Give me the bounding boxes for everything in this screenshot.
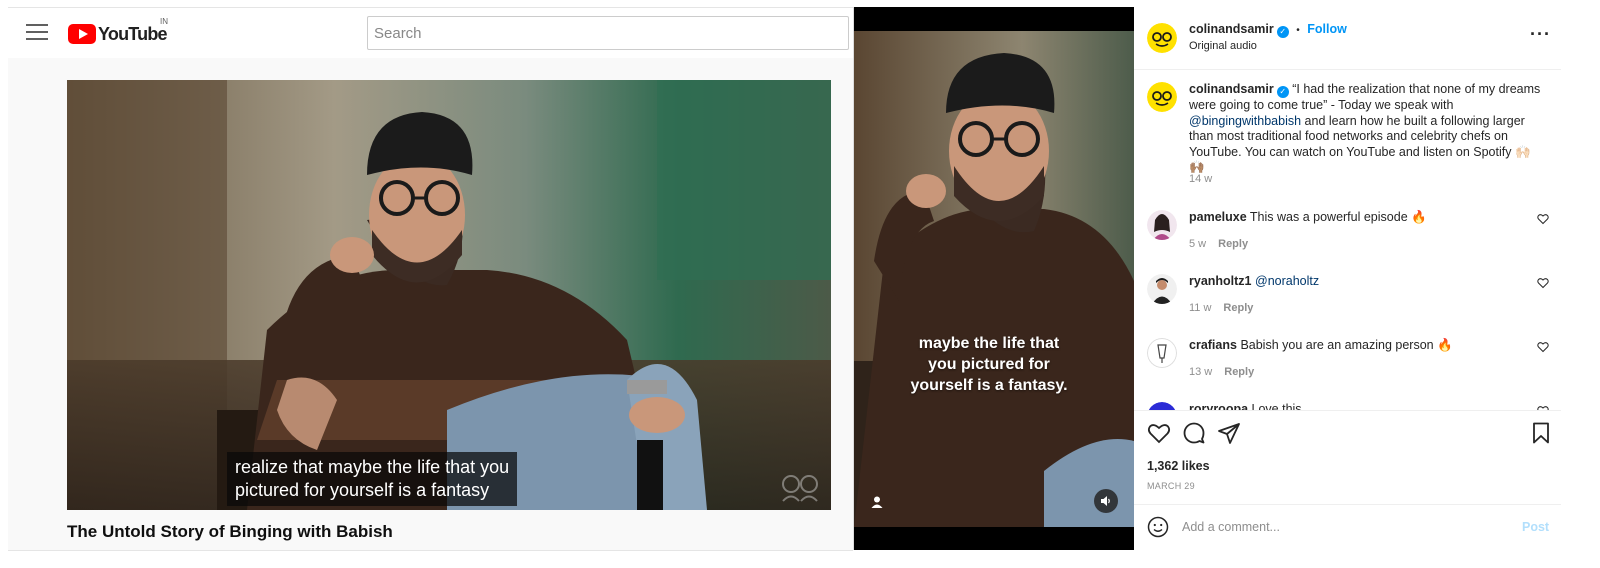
speaker-icon (1101, 496, 1110, 506)
bottom-border (8, 550, 870, 551)
caption-username[interactable]: colinandsamir (1189, 82, 1274, 96)
likes-count[interactable]: 1,362 likes (1147, 459, 1210, 473)
caption-mention-link[interactable]: @bingingwithbabish (1189, 114, 1301, 128)
comment-box-divider (1134, 504, 1561, 505)
post-comment-button[interactable]: Post (1522, 520, 1549, 534)
post-date: MARCH 29 (1147, 481, 1195, 491)
audio-toggle-button[interactable] (1094, 489, 1118, 513)
country-code: IN (160, 17, 168, 26)
reel-caption-line-1: maybe the life that (918, 335, 1060, 352)
tagged-user-icon[interactable] (870, 495, 884, 509)
comment-text: Love this (1251, 402, 1302, 410)
comment-username[interactable]: crafians (1189, 338, 1237, 352)
comment-bubble-icon[interactable] (1182, 421, 1206, 445)
comment-body: pameluxe This was a powerful episode 🔥 (1189, 210, 1427, 225)
comment-age: 5 w (1189, 238, 1207, 250)
original-audio-link[interactable]: Original audio (1189, 40, 1257, 52)
comment-meta: 5 w Reply (1189, 238, 1248, 250)
comment-text: Babish you are an amazing person 🔥 (1240, 338, 1453, 352)
reel-caption-line-2: you pictured for (928, 356, 1050, 373)
like-comment-heart-icon[interactable] (1537, 213, 1549, 225)
youtube-logo[interactable]: YouTube IN (68, 17, 168, 45)
reply-button[interactable]: Reply (1224, 366, 1254, 378)
verified-badge-icon: ✓ (1276, 26, 1289, 38)
post-actions (1134, 421, 1561, 447)
comment-body: crafians Babish you are an amazing perso… (1189, 338, 1453, 353)
like-comment-heart-icon[interactable] (1537, 341, 1549, 353)
comment-body: roryroopa Love this (1189, 402, 1302, 410)
comment-username[interactable]: ryanholtz1 (1189, 274, 1252, 288)
comments-list[interactable]: colinandsamir ✓ “I had the realization th… (1134, 70, 1561, 410)
caption-age: 14 w (1189, 173, 1213, 185)
reply-button[interactable]: Reply (1218, 238, 1248, 250)
youtube-wordmark: YouTube (98, 23, 168, 44)
video-player[interactable]: realize that maybe the life that you pic… (67, 80, 831, 510)
comment-meta: 11 w Reply (1189, 302, 1253, 314)
header-separator: • (1296, 25, 1300, 36)
actions-divider (1134, 410, 1561, 411)
comment-meta: 13 w Reply (1189, 366, 1254, 378)
more-options-icon[interactable]: ··· (1530, 25, 1551, 43)
post-side-panel: colinandsamir ✓ • Follow Original audio ·… (1134, 7, 1561, 550)
reel-caption-line-3: yourself is a fantasy. (910, 377, 1068, 394)
follow-button[interactable]: Follow (1307, 22, 1347, 36)
comment-username[interactable]: roryroopa (1189, 402, 1248, 410)
youtube-play-icon (68, 24, 96, 44)
verified-badge-icon: ✓ (1276, 86, 1289, 98)
add-comment-input[interactable] (1182, 517, 1512, 537)
youtube-header: YouTube IN (8, 8, 870, 58)
like-heart-icon[interactable] (1147, 421, 1171, 445)
subtitle-line-2: pictured for yourself is a fantasy (235, 480, 490, 500)
caption-author-avatar[interactable] (1147, 82, 1177, 112)
video-title: The Untold Story of Binging with Babish (67, 522, 393, 541)
share-send-icon[interactable] (1217, 421, 1241, 445)
like-comment-heart-icon[interactable] (1537, 277, 1549, 289)
search-input[interactable] (367, 16, 849, 50)
channel-watermark-icon[interactable] (779, 472, 821, 502)
post-header: colinandsamir ✓ • Follow (1189, 22, 1347, 38)
author-username[interactable]: colinandsamir (1189, 22, 1274, 36)
reel-video[interactable]: maybe the life that you pictured for you… (854, 7, 1134, 550)
save-bookmark-icon[interactable] (1529, 421, 1553, 445)
reply-button[interactable]: Reply (1223, 302, 1253, 314)
commenter-avatar[interactable] (1147, 338, 1177, 368)
comment-item: roryroopa Love this (1134, 402, 1561, 410)
reel-frame-image (854, 31, 1134, 527)
page-bottom-margin (853, 550, 1560, 568)
commenter-avatar[interactable] (1147, 274, 1177, 304)
commenter-avatar[interactable] (1147, 402, 1177, 410)
author-avatar[interactable] (1147, 23, 1177, 53)
comment-item: pameluxe This was a powerful episode 🔥 5… (1134, 210, 1561, 264)
comment-age: 13 w (1189, 366, 1213, 378)
comment-text: This was a powerful episode 🔥 (1249, 210, 1427, 224)
comment-mention-link[interactable]: @noraholtz (1255, 274, 1319, 288)
hamburger-menu-icon[interactable] (26, 24, 48, 42)
emoji-icon[interactable] (1147, 516, 1169, 538)
commenter-avatar[interactable] (1147, 210, 1177, 240)
reel-caption: maybe the life that you pictured for you… (854, 333, 1124, 396)
comment-age: 11 w (1189, 302, 1212, 314)
video-frame-image (67, 80, 831, 510)
subtitle-line-1: realize that maybe the life that you (235, 457, 510, 477)
comment-item: ryanholtz1 @noraholtz 11 w Reply (1134, 274, 1561, 328)
post-caption: colinandsamir ✓ “I had the realization th… (1189, 82, 1544, 176)
comment-item: crafians Babish you are an amazing perso… (1134, 338, 1561, 392)
video-subtitles: realize that maybe the life that you pic… (227, 452, 518, 506)
comment-body: ryanholtz1 @noraholtz (1189, 274, 1319, 288)
instagram-post-window: maybe the life that you pictured for you… (853, 7, 1561, 550)
reel-frame: maybe the life that you pictured for you… (854, 31, 1134, 527)
youtube-window: YouTube IN Search realize that maybe the… (0, 0, 870, 568)
comment-username[interactable]: pameluxe (1189, 210, 1247, 224)
